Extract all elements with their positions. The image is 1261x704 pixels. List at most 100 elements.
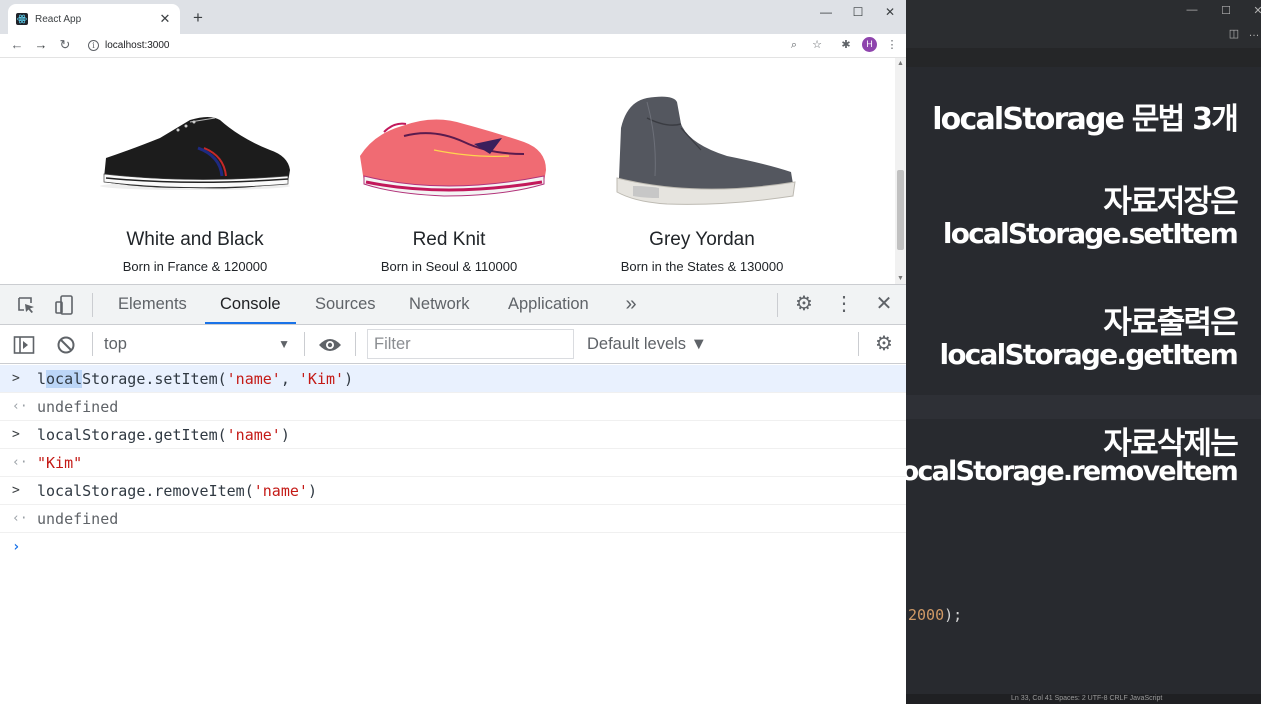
code-punctuation: ); (944, 606, 963, 624)
product-description: Born in Seoul & 110000 (380, 259, 518, 274)
input-chevron-icon: > (12, 371, 20, 386)
react-logo-icon (16, 13, 28, 25)
maximize-icon[interactable]: ☐ (1216, 4, 1236, 17)
page-viewport: White and Black Born in France & 120000 … (0, 58, 906, 284)
product-card: White and Black Born in France & 120000 (70, 58, 320, 274)
product-card: Red Knit Born in Seoul & 110000 (324, 58, 574, 274)
console-filter-input[interactable] (367, 329, 574, 359)
code-fragment: 2000); (908, 606, 962, 624)
input-chevron-icon: > (12, 483, 20, 498)
url-text: localhost:3000 (105, 39, 170, 51)
tab-sources[interactable]: Sources (300, 285, 391, 324)
console-output-line: ‹· "Kim" (0, 449, 906, 477)
browser-menu-icon[interactable]: ⋮ (884, 37, 900, 53)
close-window-button[interactable]: ✕ (875, 4, 905, 20)
tab-title: React App (35, 13, 82, 25)
black-sneaker-image (70, 58, 320, 218)
code-number: 2000 (908, 606, 945, 624)
browser-toolbar: ← → ↻ i localhost:3000 ⌕ ☆ ✱ H ⋮ (0, 34, 906, 58)
site-info-icon[interactable]: i (88, 39, 99, 51)
maximize-button[interactable]: ☐ (843, 4, 873, 20)
scroll-down-icon[interactable]: ▼ (895, 275, 906, 282)
toolbar-divider (92, 293, 93, 317)
browser-window: React App ✕ + — ☐ ✕ ← → ↻ i localhost:30… (0, 0, 906, 704)
new-tab-button[interactable]: + (188, 8, 208, 28)
console-output-line: ‹· undefined (0, 393, 906, 421)
bookmark-star-icon[interactable]: ☆ (809, 37, 825, 53)
context-selector[interactable]: top ▼ (92, 329, 300, 359)
more-tabs-icon[interactable]: » (617, 285, 645, 324)
tab-close-icon[interactable]: ✕ (158, 12, 172, 26)
console-input-line[interactable]: > localStorage.setItem('name', 'Kim') (0, 365, 906, 393)
console-messages[interactable]: > localStorage.setItem('name', 'Kim') ‹· u… (0, 365, 906, 704)
inspect-element-icon[interactable] (12, 285, 40, 324)
get-api: localStorage.getItem (939, 338, 1239, 371)
input-chevron-icon: > (12, 427, 20, 442)
address-bar[interactable]: i localhost:3000 (80, 35, 880, 55)
close-icon[interactable]: ✕ (1248, 4, 1261, 17)
extensions-icon[interactable]: ✱ (838, 37, 854, 53)
minimize-button[interactable]: — (811, 4, 841, 20)
output-arrow-icon: ‹· (12, 455, 28, 470)
devtools-menu-icon[interactable]: ⋮ (830, 285, 858, 324)
console-input-line[interactable]: > localStorage.removeItem('name') (0, 477, 906, 505)
slide-title: localStorage 문법 3개 (932, 102, 1239, 137)
editor-titlebar: — ☐ ✕ ◫ … (906, 0, 1261, 48)
profile-avatar[interactable]: H (862, 37, 877, 52)
reload-icon[interactable]: ↻ (56, 36, 74, 54)
toolbar-divider (858, 332, 859, 356)
console-output-value: "Kim" (37, 454, 83, 472)
slide-body (906, 67, 1261, 694)
red-sneaker-image (324, 58, 574, 218)
log-levels-dropdown[interactable]: Default levels ▼ (587, 329, 707, 359)
device-toolbar-icon[interactable] (50, 285, 78, 324)
tab-network[interactable]: Network (394, 285, 485, 324)
zoom-icon[interactable]: ⌕ (786, 37, 802, 53)
scrollbar-thumb[interactable] (897, 170, 904, 250)
settings-gear-icon[interactable]: ⚙ (790, 285, 818, 324)
live-expression-eye-icon[interactable] (316, 325, 344, 364)
console-toolbar: top ▼ Default levels ▼ ⚙ (0, 325, 906, 364)
output-arrow-icon: ‹· (12, 399, 28, 414)
product-description: Born in the States & 130000 (620, 259, 784, 274)
get-heading: 자료출력은 (1103, 305, 1238, 341)
grey-sneaker-image (577, 58, 827, 218)
product-name: Grey Yordan (649, 229, 755, 250)
tab-strip: React App ✕ + — ☐ ✕ (0, 0, 906, 34)
tab-console[interactable]: Console (205, 285, 296, 324)
dropdown-arrow-icon: ▼ (278, 337, 290, 351)
devtools-panel: Elements Console Sources Network Applica… (0, 284, 906, 704)
lecture-slide-panel: — ☐ ✕ ◫ … localStorage 문법 3개 자료저장은 local… (906, 0, 1261, 704)
page-scrollbar[interactable]: ▲ ▼ (895, 58, 906, 284)
console-output-line: ‹· undefined (0, 505, 906, 533)
console-input-line[interactable]: > localStorage.getItem('name') (0, 421, 906, 449)
product-name: White and Black (126, 229, 264, 250)
save-heading: 자료저장은 (1103, 184, 1238, 220)
console-code: localStorage.getItem('name') (37, 426, 290, 444)
tab-application[interactable]: Application (493, 285, 604, 324)
product-card: Grey Yordan Born in the States & 130000 (577, 58, 827, 274)
line-highlight (906, 395, 1261, 419)
close-devtools-icon[interactable]: ✕ (870, 285, 898, 324)
console-prompt[interactable]: › (0, 533, 906, 561)
browser-tab[interactable]: React App ✕ (8, 4, 180, 34)
toolbar-divider (304, 332, 305, 356)
context-value: top (104, 334, 127, 353)
scroll-up-icon[interactable]: ▲ (895, 60, 906, 67)
console-sidebar-icon[interactable] (10, 325, 38, 364)
editor-tab-strip (906, 48, 1261, 67)
tab-elements[interactable]: Elements (103, 285, 202, 324)
devtools-tab-bar: Elements Console Sources Network Applica… (0, 285, 906, 325)
split-editor-icon[interactable]: ◫ (1224, 27, 1244, 40)
back-arrow-icon[interactable]: ← (8, 36, 26, 54)
clear-console-icon[interactable] (52, 325, 80, 364)
more-actions-icon[interactable]: … (1244, 27, 1261, 39)
console-output-value: undefined (37, 510, 119, 528)
console-settings-gear-icon[interactable]: ⚙ (870, 325, 898, 364)
console-output-value: undefined (37, 398, 119, 416)
remove-api: localStorage.removeItem (906, 456, 1239, 487)
minimize-icon[interactable]: — (1182, 4, 1202, 16)
save-api: localStorage.setItem (942, 217, 1239, 250)
prompt-chevron-icon: › (12, 539, 21, 555)
forward-arrow-icon[interactable]: → (32, 36, 50, 54)
